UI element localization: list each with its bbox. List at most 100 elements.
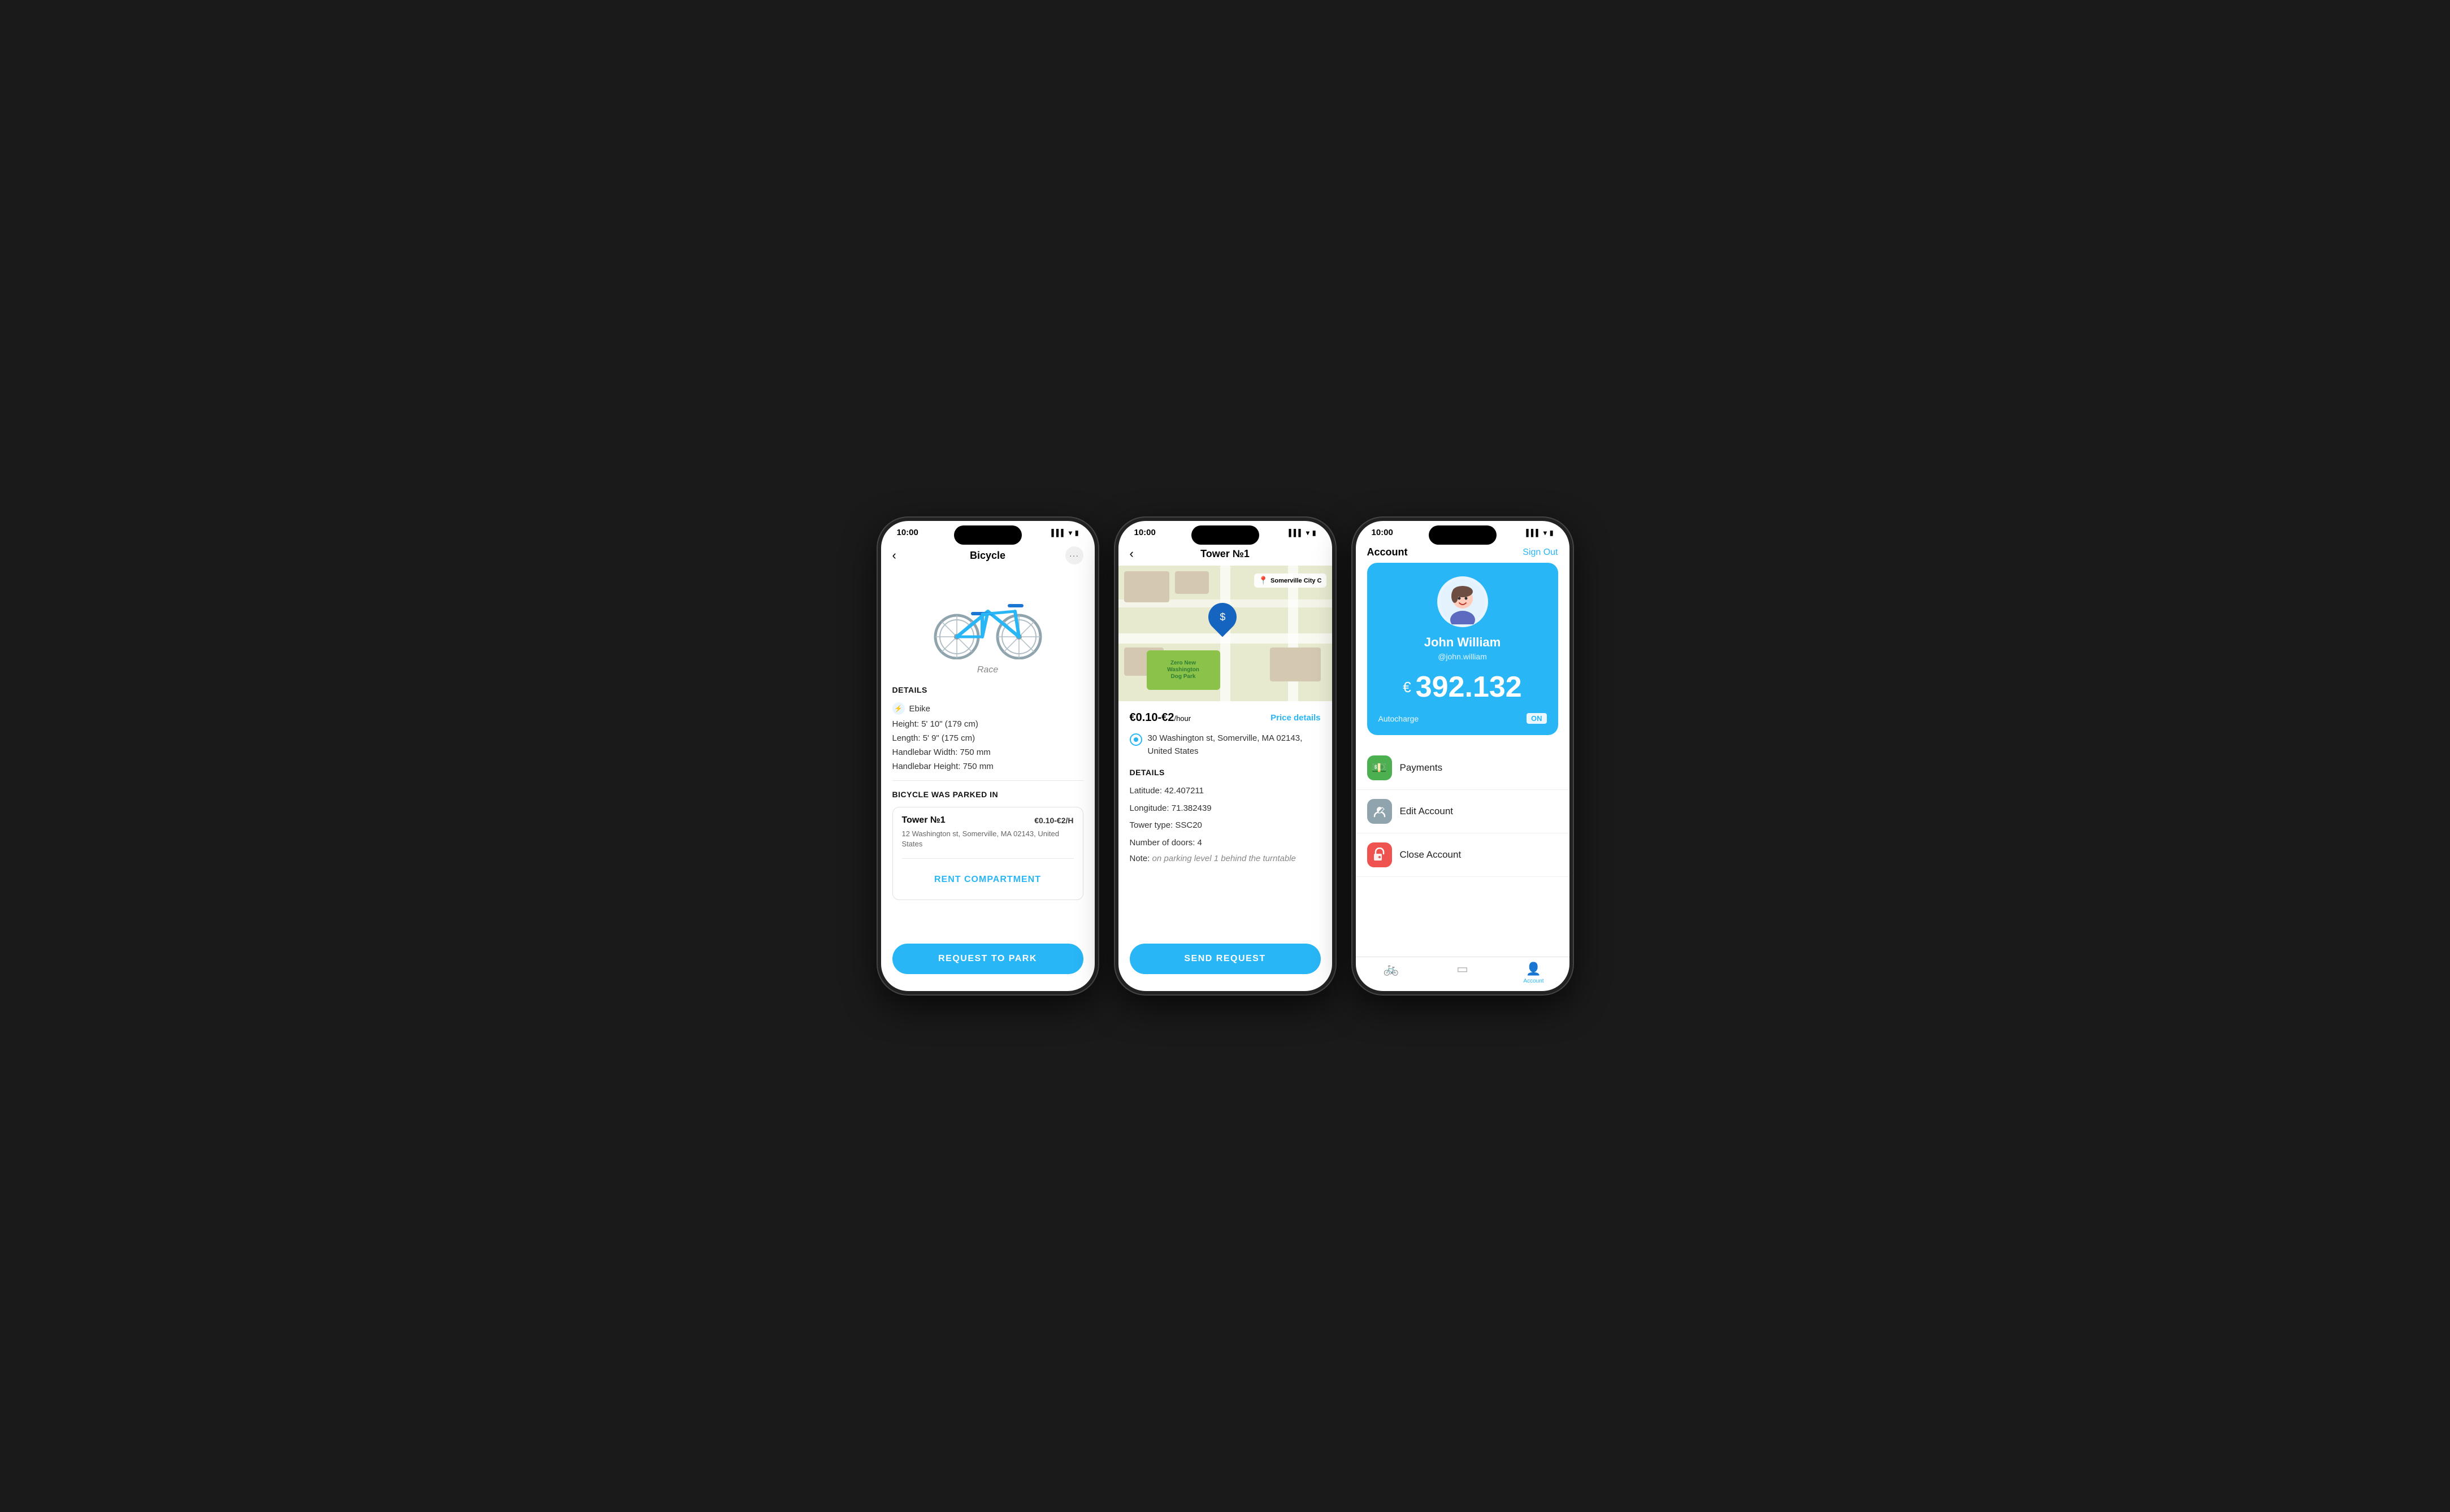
edit-icon-svg xyxy=(1372,804,1387,819)
phones-container: 10:00 ▌▌▌ ▾ ▮ ‹ Bicycle ··· xyxy=(878,518,1573,994)
currency-symbol: € xyxy=(1403,679,1411,696)
price-row: €0.10-€2/hour Price details xyxy=(1130,711,1321,724)
bicycle-tab-icon: 🚲 xyxy=(1384,962,1399,976)
battery-icon-3: ▮ xyxy=(1550,529,1554,537)
phone-tower: 10:00 ▌▌▌ ▾ ▮ ‹ Tower №1 Zero NewWa xyxy=(1115,518,1335,994)
price-details-link[interactable]: Price details xyxy=(1270,713,1320,723)
status-bar-2: 10:00 ▌▌▌ ▾ ▮ xyxy=(1118,521,1332,542)
phone-account: 10:00 ▌▌▌ ▾ ▮ Account Sign Out xyxy=(1352,518,1573,994)
nav-title-1: Bicycle xyxy=(970,550,1005,562)
payments-menu-item[interactable]: 💵 Payments xyxy=(1356,746,1569,790)
length-row: Length: 5' 9" (175 cm) xyxy=(892,733,1083,743)
account-tab-label: Account xyxy=(1523,978,1543,984)
note-line: Note: on parking level 1 behind the turn… xyxy=(1130,854,1321,863)
autocharge-toggle[interactable]: ON xyxy=(1527,713,1547,724)
status-icons-3: ▌▌▌ ▾ ▮ xyxy=(1526,529,1553,537)
more-button[interactable]: ··· xyxy=(1065,546,1083,564)
tab-account[interactable]: 👤 Account xyxy=(1498,962,1569,984)
handlebar-width-row: Handlebar Width: 750 mm xyxy=(892,748,1083,757)
edit-account-label: Edit Account xyxy=(1400,806,1454,817)
divider-1 xyxy=(892,780,1083,781)
wifi-icon: ▾ xyxy=(1069,529,1072,537)
account-tab-icon: 👤 xyxy=(1526,962,1541,976)
status-bar-3: 10:00 ▌▌▌ ▾ ▮ xyxy=(1356,521,1569,542)
tower-card-address: 12 Washington st, Somerville, MA 02143, … xyxy=(902,829,1074,849)
location-icon xyxy=(1130,733,1142,746)
ebike-row: ⚡ Ebike xyxy=(892,702,1083,715)
nav-title-2: Tower №1 xyxy=(1200,548,1250,560)
rent-compartment-button[interactable]: RENT COMPARTMENT xyxy=(902,868,1074,892)
tower-details-title: DETAILS xyxy=(1130,768,1321,777)
wifi-icon-3: ▾ xyxy=(1543,529,1547,537)
tower-type-line: Tower type: SSC20 xyxy=(1130,819,1321,832)
close-account-label: Close Account xyxy=(1400,849,1462,861)
status-icons-2: ▌▌▌ ▾ ▮ xyxy=(1289,529,1316,537)
details-section-title: DETAILS xyxy=(892,685,1083,694)
bicycle-image xyxy=(892,569,1083,665)
price-amount: €0.10-€2 xyxy=(1130,711,1174,724)
location-inner-dot xyxy=(1134,737,1138,742)
handlebar-height-row: Handlebar Height: 750 mm xyxy=(892,762,1083,771)
price-text: €0.10-€2/hour xyxy=(1130,711,1191,724)
map-area: Zero NewWashingtonDog Park $ 📍 Somervill… xyxy=(1118,566,1332,701)
tab-compartment[interactable]: ▭ xyxy=(1427,962,1498,984)
ebike-icon: ⚡ xyxy=(892,702,905,715)
length-text: Length: 5' 9" (175 cm) xyxy=(892,733,975,743)
payments-icon: 💵 xyxy=(1367,755,1392,780)
spacer xyxy=(1356,877,1569,957)
nav-bar-1: ‹ Bicycle ··· xyxy=(881,542,1095,569)
address-text: 30 Washington st, Somerville, MA 02143, … xyxy=(1148,732,1321,758)
address-row: 30 Washington st, Somerville, MA 02143, … xyxy=(1130,732,1321,758)
wifi-icon-2: ▾ xyxy=(1306,529,1309,537)
signal-icon: ▌▌▌ xyxy=(1051,529,1066,537)
num-doors-line: Number of doors: 4 xyxy=(1130,837,1321,850)
balance-amount: 392.132 xyxy=(1416,672,1522,702)
back-button-1[interactable]: ‹ xyxy=(892,548,896,563)
request-to-park-button[interactable]: REQUEST TO PARK xyxy=(892,944,1083,974)
send-request-button[interactable]: SEND REQUEST xyxy=(1130,944,1321,974)
tower-card-header: Tower №1 €0.10-€2/H xyxy=(902,815,1074,825)
divider-tower xyxy=(902,858,1074,859)
tower-card-name: Tower №1 xyxy=(902,815,946,825)
close-account-menu-item[interactable]: Close Account xyxy=(1356,833,1569,877)
battery-icon-2: ▮ xyxy=(1312,529,1316,537)
park-area: Zero NewWashingtonDog Park xyxy=(1147,650,1220,690)
signal-icon-3: ▌▌▌ xyxy=(1526,529,1541,537)
sign-out-button[interactable]: Sign Out xyxy=(1523,548,1558,558)
height-row: Height: 5' 10" (179 cm) xyxy=(892,719,1083,729)
avatar-svg xyxy=(1440,579,1485,624)
autocharge-row: Autocharge ON xyxy=(1378,713,1547,724)
dynamic-island-2 xyxy=(1191,525,1259,545)
account-page-title: Account xyxy=(1367,546,1408,558)
longitude-line: Longitude: 71.382439 xyxy=(1130,802,1321,815)
height-text: Height: 5' 10" (179 cm) xyxy=(892,719,978,729)
handlebar-height-text: Handlebar Height: 750 mm xyxy=(892,762,994,771)
close-icon-svg xyxy=(1372,848,1387,862)
edit-account-menu-item[interactable]: Edit Account xyxy=(1356,790,1569,833)
status-icons-1: ▌▌▌ ▾ ▮ xyxy=(1051,529,1078,537)
pin-icon: $ xyxy=(1219,611,1225,623)
parked-section-title: BICYCLE WAS PARKED IN xyxy=(892,790,1083,799)
status-bar-1: 10:00 ▌▌▌ ▾ ▮ xyxy=(881,521,1095,542)
city-name: Somerville City C xyxy=(1270,577,1321,584)
tower-card: Tower №1 €0.10-€2/H 12 Washington st, So… xyxy=(892,807,1083,900)
user-handle: @john.william xyxy=(1378,652,1547,661)
tower-content: €0.10-€2/hour Price details 30 Washingto… xyxy=(1118,701,1332,939)
avatar xyxy=(1437,576,1488,627)
pin-body: $ xyxy=(1202,597,1242,637)
payments-label: Payments xyxy=(1400,762,1443,774)
balance-row: € 392.132 xyxy=(1378,672,1547,702)
handlebar-width-text: Handlebar Width: 750 mm xyxy=(892,748,991,757)
autocharge-label: Autocharge xyxy=(1378,714,1419,723)
dynamic-island-1 xyxy=(954,525,1022,545)
compartment-tab-icon: ▭ xyxy=(1456,962,1468,976)
nav-bar-2: ‹ Tower №1 xyxy=(1118,542,1332,566)
note-label: Note: xyxy=(1130,854,1152,863)
map-pin: $ xyxy=(1208,603,1237,637)
ebike-label: Ebike xyxy=(909,704,931,714)
latitude-line: Latitude: 42.407211 xyxy=(1130,785,1321,798)
price-unit: /hour xyxy=(1174,714,1191,723)
building-2 xyxy=(1175,571,1209,594)
tab-bicycle[interactable]: 🚲 xyxy=(1356,962,1427,984)
back-button-2[interactable]: ‹ xyxy=(1130,546,1134,561)
